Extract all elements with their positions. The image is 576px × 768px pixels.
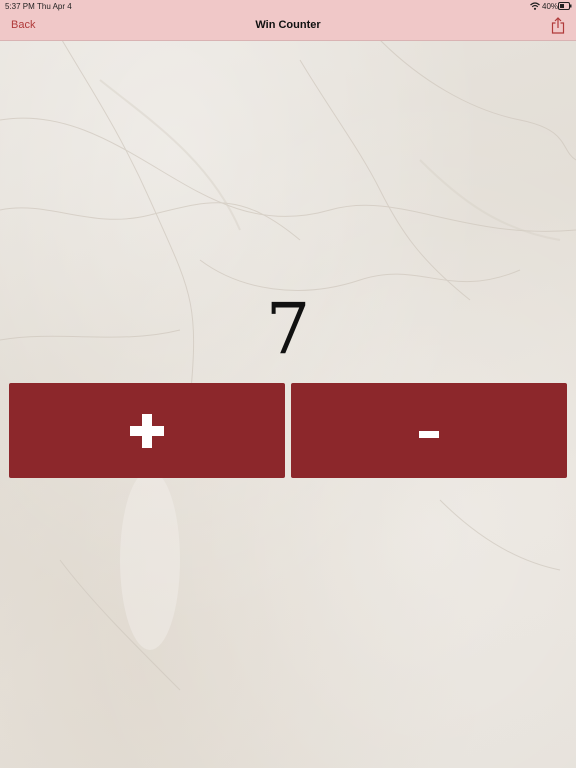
plus-icon-vertical xyxy=(142,414,152,448)
page-title: Win Counter xyxy=(255,19,321,31)
decrement-button[interactable] xyxy=(291,383,567,478)
battery-icon xyxy=(558,2,572,10)
minus-icon xyxy=(419,431,439,438)
wifi-icon xyxy=(530,2,540,10)
battery-percentage: 40% xyxy=(542,2,559,11)
navigation-bar: 5:37 PM Thu Apr 4 40% Back Win Counter xyxy=(0,0,576,41)
share-icon[interactable] xyxy=(551,17,565,34)
status-time: 5:37 PM xyxy=(5,2,35,11)
status-date: Thu Apr 4 xyxy=(37,2,72,11)
increment-button[interactable] xyxy=(9,383,285,478)
win-count-value: 7 xyxy=(265,288,311,370)
